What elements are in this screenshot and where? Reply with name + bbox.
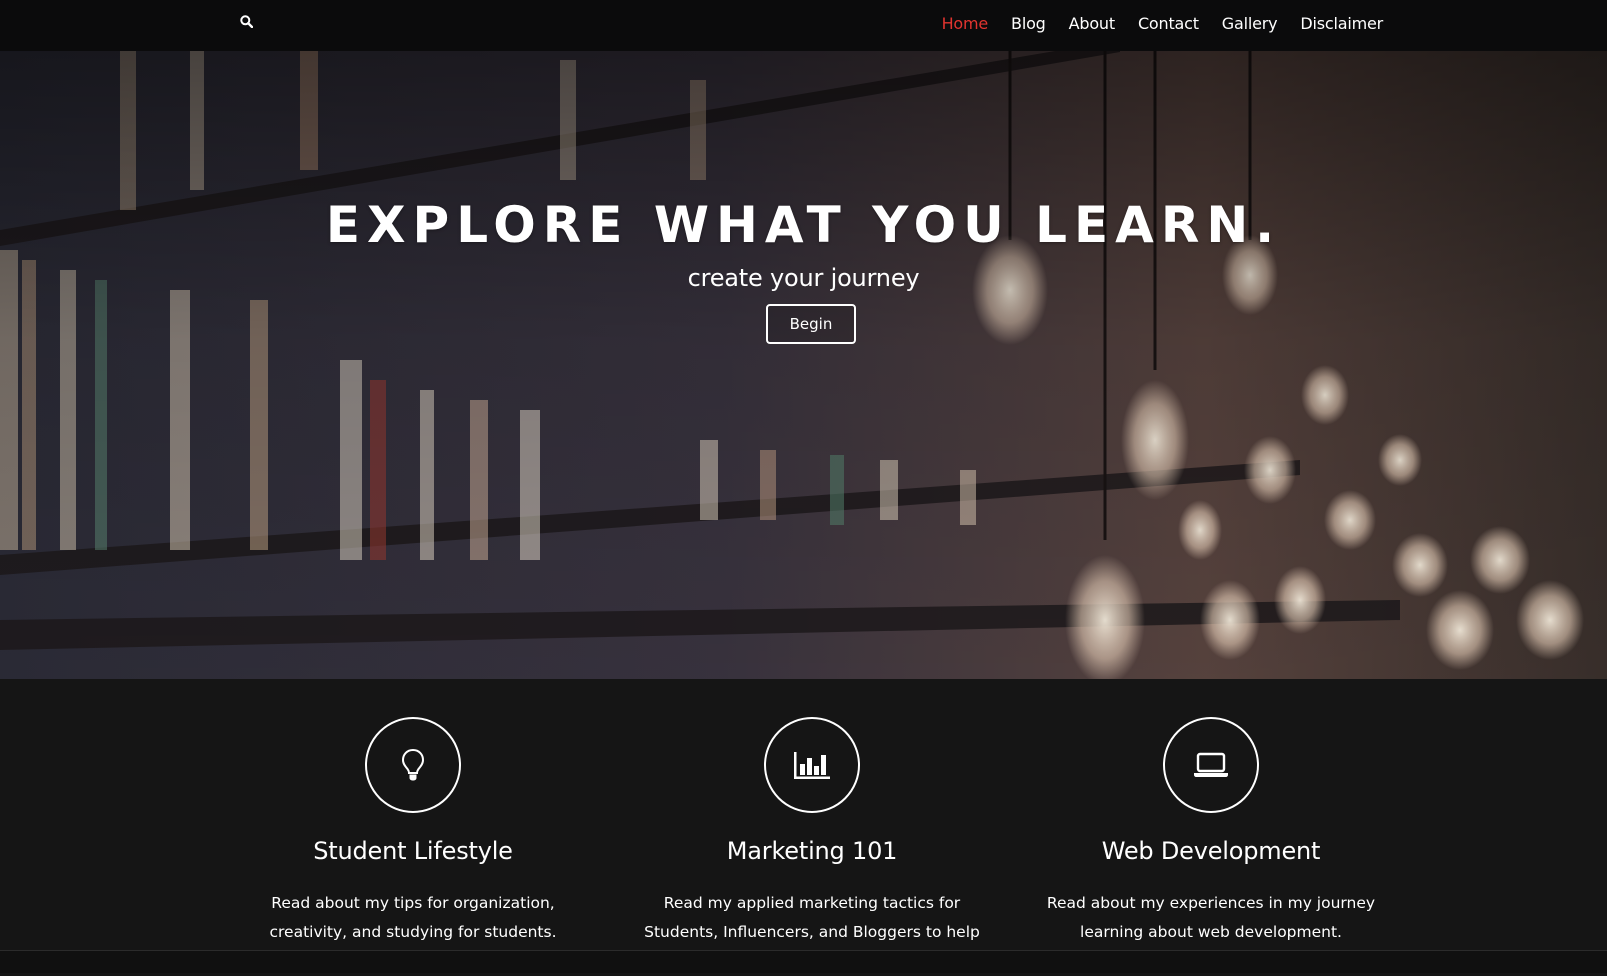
nav-link-gallery[interactable]: Gallery [1222, 14, 1278, 33]
feature-title: Marketing 101 [726, 837, 898, 865]
search-icon[interactable] [234, 9, 258, 33]
bar-chart-icon [794, 752, 830, 779]
laptop-icon [1194, 752, 1228, 777]
nav-link-contact[interactable]: Contact [1138, 14, 1199, 33]
feature-description: Read about my experiences in my journey … [1046, 894, 1376, 941]
feature-student-lifestyle: Student Lifestyle Read about my tips for… [213, 717, 613, 947]
feature-icon-circle[interactable] [764, 717, 860, 813]
begin-button[interactable]: Begin [766, 304, 856, 344]
bottom-bar [0, 951, 1607, 973]
nav-links: Home Blog About Contact Gallery Disclaim… [942, 0, 1384, 46]
nav-link-home[interactable]: Home [942, 14, 989, 33]
top-navigation: Home Blog About Contact Gallery Disclaim… [0, 0, 1607, 51]
feature-description: Read about my tips for organization, cre… [269, 894, 557, 941]
features-section: Student Lifestyle Read about my tips for… [0, 679, 1607, 970]
lightbulb-icon [401, 748, 425, 781]
hero-subtitle: create your journey [687, 264, 920, 292]
feature-icon-circle[interactable] [365, 717, 461, 813]
nav-link-blog[interactable]: Blog [1011, 14, 1046, 33]
nav-link-disclaimer[interactable]: Disclaimer [1300, 14, 1383, 33]
feature-web-development: Web Development Read about my experience… [1011, 717, 1411, 947]
hero-section: EXPLORE WHAT YOU LEARN. create your jour… [0, 0, 1607, 679]
feature-title: Student Lifestyle [313, 837, 513, 865]
hero-title: EXPLORE WHAT YOU LEARN. [325, 196, 1282, 254]
feature-title: Web Development [1101, 837, 1321, 865]
feature-marketing-101: Marketing 101 Read my applied marketing … [612, 717, 1012, 976]
nav-link-about[interactable]: About [1069, 14, 1116, 33]
feature-icon-circle[interactable] [1163, 717, 1259, 813]
